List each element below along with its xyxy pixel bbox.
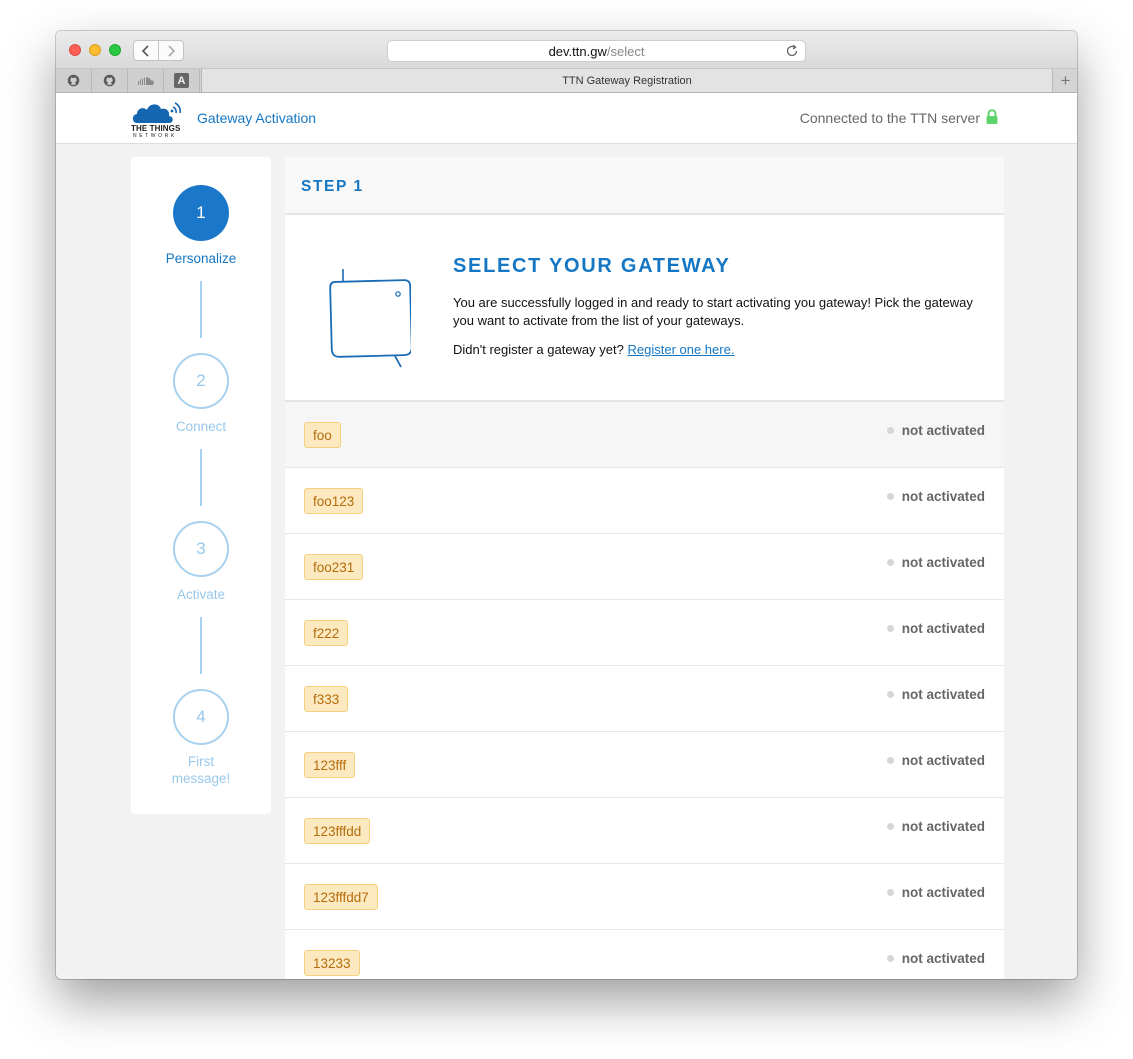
tab-bar: A TTN Gateway Registration + — [56, 69, 1077, 93]
forward-button[interactable] — [158, 40, 184, 61]
gateway-row[interactable]: f222 not activated — [285, 600, 1004, 666]
url-host: dev.ttn.gw — [548, 43, 607, 59]
logo-text: THE THINGS — [131, 124, 181, 133]
gateway-status: not activated — [901, 951, 985, 966]
browser-window: dev.ttn.gw/select A TTN Gateway Registra… — [56, 31, 1077, 979]
gateway-row[interactable]: foo231 not activated — [285, 534, 1004, 600]
app-header: THE THINGS NETWORK Gateway Activation Co… — [56, 93, 1077, 144]
reload-icon[interactable] — [785, 44, 799, 58]
section-title: SELECT YOUR GATEWAY — [453, 255, 731, 277]
gateway-row[interactable]: f333 not activated — [285, 666, 1004, 732]
gateway-row[interactable]: 13233 not activated — [285, 930, 1004, 979]
gateway-status: not activated — [901, 885, 985, 900]
pinned-tab-github[interactable] — [56, 69, 92, 92]
gateway-status: not activated — [901, 489, 985, 504]
status-dot-icon — [887, 691, 894, 698]
step-2-label: Connect — [175, 419, 227, 434]
status-dot-icon — [887, 955, 894, 962]
gateway-name-badge[interactable]: foo231 — [304, 554, 364, 580]
logo-subtext: NETWORK — [133, 133, 177, 139]
browser-toolbar: dev.ttn.gw/select — [56, 31, 1077, 69]
gateway-device-icon — [329, 269, 411, 368]
step-4-label: First message! — [131, 753, 271, 787]
step-1-label: Personalize — [165, 251, 237, 266]
register-gateway-link[interactable]: Register one here. — [627, 342, 734, 357]
status-dot-icon — [887, 757, 894, 764]
step-heading: STEP 1 — [301, 178, 364, 195]
app-title[interactable]: Gateway Activation — [197, 110, 316, 126]
status-dot-icon — [887, 889, 894, 896]
address-bar[interactable]: dev.ttn.gw/select — [387, 40, 806, 62]
step-1-circle[interactable]: 1 — [173, 185, 229, 241]
gateway-name-badge[interactable]: 13233 — [304, 950, 360, 976]
connection-status: Connected to the TTN server — [799, 110, 980, 126]
pinned-tab-a[interactable]: A — [164, 69, 200, 92]
gateway-name-badge[interactable]: foo — [304, 422, 341, 448]
github-icon — [67, 74, 80, 87]
url-path: /select — [606, 43, 645, 59]
gateway-name-badge[interactable]: f333 — [304, 686, 349, 712]
gateway-row[interactable]: foo123 not activated — [285, 468, 1004, 534]
step-connector — [200, 449, 202, 506]
a-icon: A — [174, 73, 189, 88]
gateway-status: not activated — [901, 423, 985, 438]
github-icon — [103, 74, 116, 87]
step-4-circle[interactable]: 4 — [173, 689, 229, 745]
register-prompt-line: Didn't register a gateway yet? Register … — [453, 342, 734, 357]
status-dot-icon — [887, 559, 894, 566]
pinned-tab-github-2[interactable] — [92, 69, 128, 92]
gateway-name-badge[interactable]: foo123 — [304, 488, 364, 514]
gateway-status: not activated — [901, 555, 985, 570]
gateway-list: foo not activated foo123 not activated f… — [285, 402, 1004, 979]
back-button[interactable] — [133, 40, 159, 61]
close-window-button[interactable] — [69, 44, 81, 56]
pinned-tab-soundcloud[interactable] — [128, 69, 164, 92]
status-dot-icon — [887, 625, 894, 632]
register-prompt: Didn't register a gateway yet? — [453, 342, 624, 357]
new-tab-button[interactable]: + — [1054, 69, 1077, 92]
soundcloud-icon — [137, 76, 154, 85]
step-2-circle[interactable]: 2 — [173, 353, 229, 409]
gateway-status: not activated — [901, 687, 985, 702]
status-dot-icon — [887, 427, 894, 434]
step-connector — [200, 281, 202, 338]
status-dot-icon — [887, 493, 894, 500]
step-connector — [200, 617, 202, 674]
lock-icon — [986, 109, 998, 124]
gateway-row[interactable]: 123fffdd7 not activated — [285, 864, 1004, 930]
step-3-label: Activate — [176, 587, 226, 602]
status-dot-icon — [887, 823, 894, 830]
gateway-name-badge[interactable]: 123fffdd — [304, 818, 371, 844]
intro-description: You are successfully logged in and ready… — [453, 295, 973, 328]
chevron-right-icon — [168, 44, 176, 57]
tab-ttn-gateway-registration[interactable]: TTN Gateway Registration — [201, 69, 1053, 92]
minimize-window-button[interactable] — [89, 44, 101, 56]
chevron-left-icon — [141, 44, 149, 57]
gateway-name-badge[interactable]: f222 — [304, 620, 349, 646]
progress-stepper: 1 Personalize 2 Connect 3 Activate 4 Fir… — [131, 157, 271, 814]
gateway-name-badge[interactable]: 123fffdd7 — [304, 884, 378, 910]
gateway-row[interactable]: foo not activated — [285, 402, 1004, 468]
step-4-label-line1: First — [187, 754, 215, 769]
zoom-window-button[interactable] — [109, 44, 121, 56]
gateway-status: not activated — [901, 819, 985, 834]
intro-section: SELECT YOUR GATEWAY You are successfully… — [285, 215, 1004, 402]
card-header: STEP 1 — [285, 157, 1004, 215]
gateway-row[interactable]: 123fff not activated — [285, 732, 1004, 798]
gateway-name-badge[interactable]: 123fff — [304, 752, 356, 778]
gateway-status: not activated — [901, 753, 985, 768]
step-4-label-line2: message! — [171, 771, 231, 786]
gateway-row[interactable]: 123fffdd not activated — [285, 798, 1004, 864]
step-3-circle[interactable]: 3 — [173, 521, 229, 577]
gateway-status: not activated — [901, 621, 985, 636]
gateway-selection-card: STEP 1 SELECT YOUR GATEWAY You are succe… — [285, 157, 1004, 979]
